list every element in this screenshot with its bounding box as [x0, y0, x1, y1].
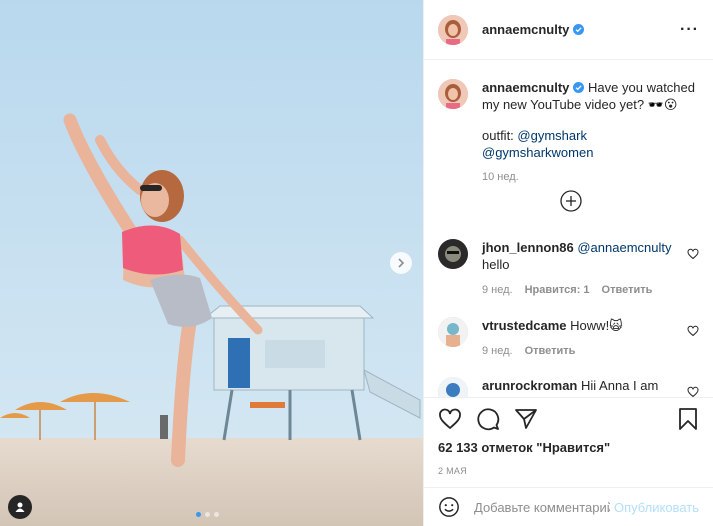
comment-username[interactable]: jhon_lennon86	[482, 240, 574, 255]
more-options-button[interactable]: ···	[680, 21, 699, 39]
verified-badge-icon	[573, 24, 585, 35]
post-comment-button[interactable]: Опубликовать	[614, 500, 699, 515]
comment-time[interactable]: 9 нед.	[482, 343, 513, 360]
comment-username[interactable]: arunrockroman	[482, 378, 577, 393]
post-side-panel: annaemcnulty ··· annaemcnulty Have you w…	[423, 0, 713, 526]
add-comment-bar: Добавьте комментарий... Опубликовать	[424, 487, 713, 526]
like-comment-heart-icon[interactable]	[687, 325, 699, 337]
avatar[interactable]	[438, 14, 468, 45]
comment-text: Howw!🙀	[570, 318, 623, 333]
avatar[interactable]	[438, 317, 468, 347]
caption-username[interactable]: annaemcnulty	[482, 80, 569, 95]
carousel-indicator	[196, 512, 219, 517]
avatar[interactable]	[438, 79, 468, 109]
comment-likes[interactable]: Нравится: 1	[525, 282, 590, 299]
share-paper-plane-icon[interactable]	[514, 407, 538, 431]
header-username[interactable]: annaemcnulty	[482, 22, 569, 37]
emoji-icon[interactable]	[438, 496, 460, 518]
comment-text: hello	[482, 257, 510, 272]
like-comment-heart-icon[interactable]	[687, 248, 699, 260]
caption-time[interactable]: 10 нед.	[482, 169, 519, 186]
mention-link[interactable]: @annaemcnulty	[577, 240, 671, 255]
post-dialog: annaemcnulty ··· annaemcnulty Have you w…	[0, 0, 713, 526]
reply-button[interactable]: Ответить	[525, 343, 576, 360]
load-more-comments-icon[interactable]	[560, 190, 582, 212]
post-header: annaemcnulty ···	[424, 0, 713, 60]
comment-item: arunrockroman Hii Anna I am	[438, 377, 699, 397]
comment-text: Hii Anna I am	[581, 378, 659, 393]
user-icon	[15, 502, 25, 512]
next-photo-button[interactable]	[390, 252, 412, 274]
post-date[interactable]: 2 МАЯ	[438, 466, 699, 476]
avatar[interactable]	[438, 239, 468, 269]
comment-item: vtrustedcame Howw!🙀 9 нед. Ответить	[438, 317, 699, 360]
comment-item: jhon_lennon86 @annaemcnulty hello 9 нед.…	[438, 239, 699, 299]
carousel-dot-active	[196, 512, 201, 517]
avatar[interactable]	[438, 377, 468, 397]
verified-badge-icon	[573, 82, 585, 93]
comment-username[interactable]: vtrustedcame	[482, 318, 567, 333]
mention-link[interactable]: @gymshark	[517, 128, 587, 143]
post-photo[interactable]	[0, 0, 423, 526]
comment-input[interactable]: Добавьте комментарий...	[474, 500, 610, 515]
reply-button[interactable]: Ответить	[602, 282, 653, 299]
comment-bubble-icon[interactable]	[476, 407, 500, 431]
outfit-label: outfit:	[482, 128, 514, 143]
tagged-users-button[interactable]	[8, 495, 32, 519]
caption: annaemcnulty Have you watched my new You…	[438, 79, 699, 186]
save-bookmark-icon[interactable]	[677, 407, 699, 431]
like-heart-icon[interactable]	[438, 407, 462, 431]
carousel-dot	[214, 512, 219, 517]
likes-count[interactable]: 62 133 отметок "Нравится"	[438, 440, 699, 455]
beach-photo-image	[0, 0, 423, 526]
comments-list[interactable]: annaemcnulty Have you watched my new You…	[424, 61, 713, 397]
mention-link[interactable]: @gymsharkwomen	[482, 145, 593, 160]
like-comment-heart-icon[interactable]	[687, 386, 699, 397]
chevron-right-icon	[398, 258, 405, 268]
post-actions: 62 133 отметок "Нравится" 2 МАЯ	[424, 397, 713, 487]
comment-time[interactable]: 9 нед.	[482, 282, 513, 299]
carousel-dot	[205, 512, 210, 517]
